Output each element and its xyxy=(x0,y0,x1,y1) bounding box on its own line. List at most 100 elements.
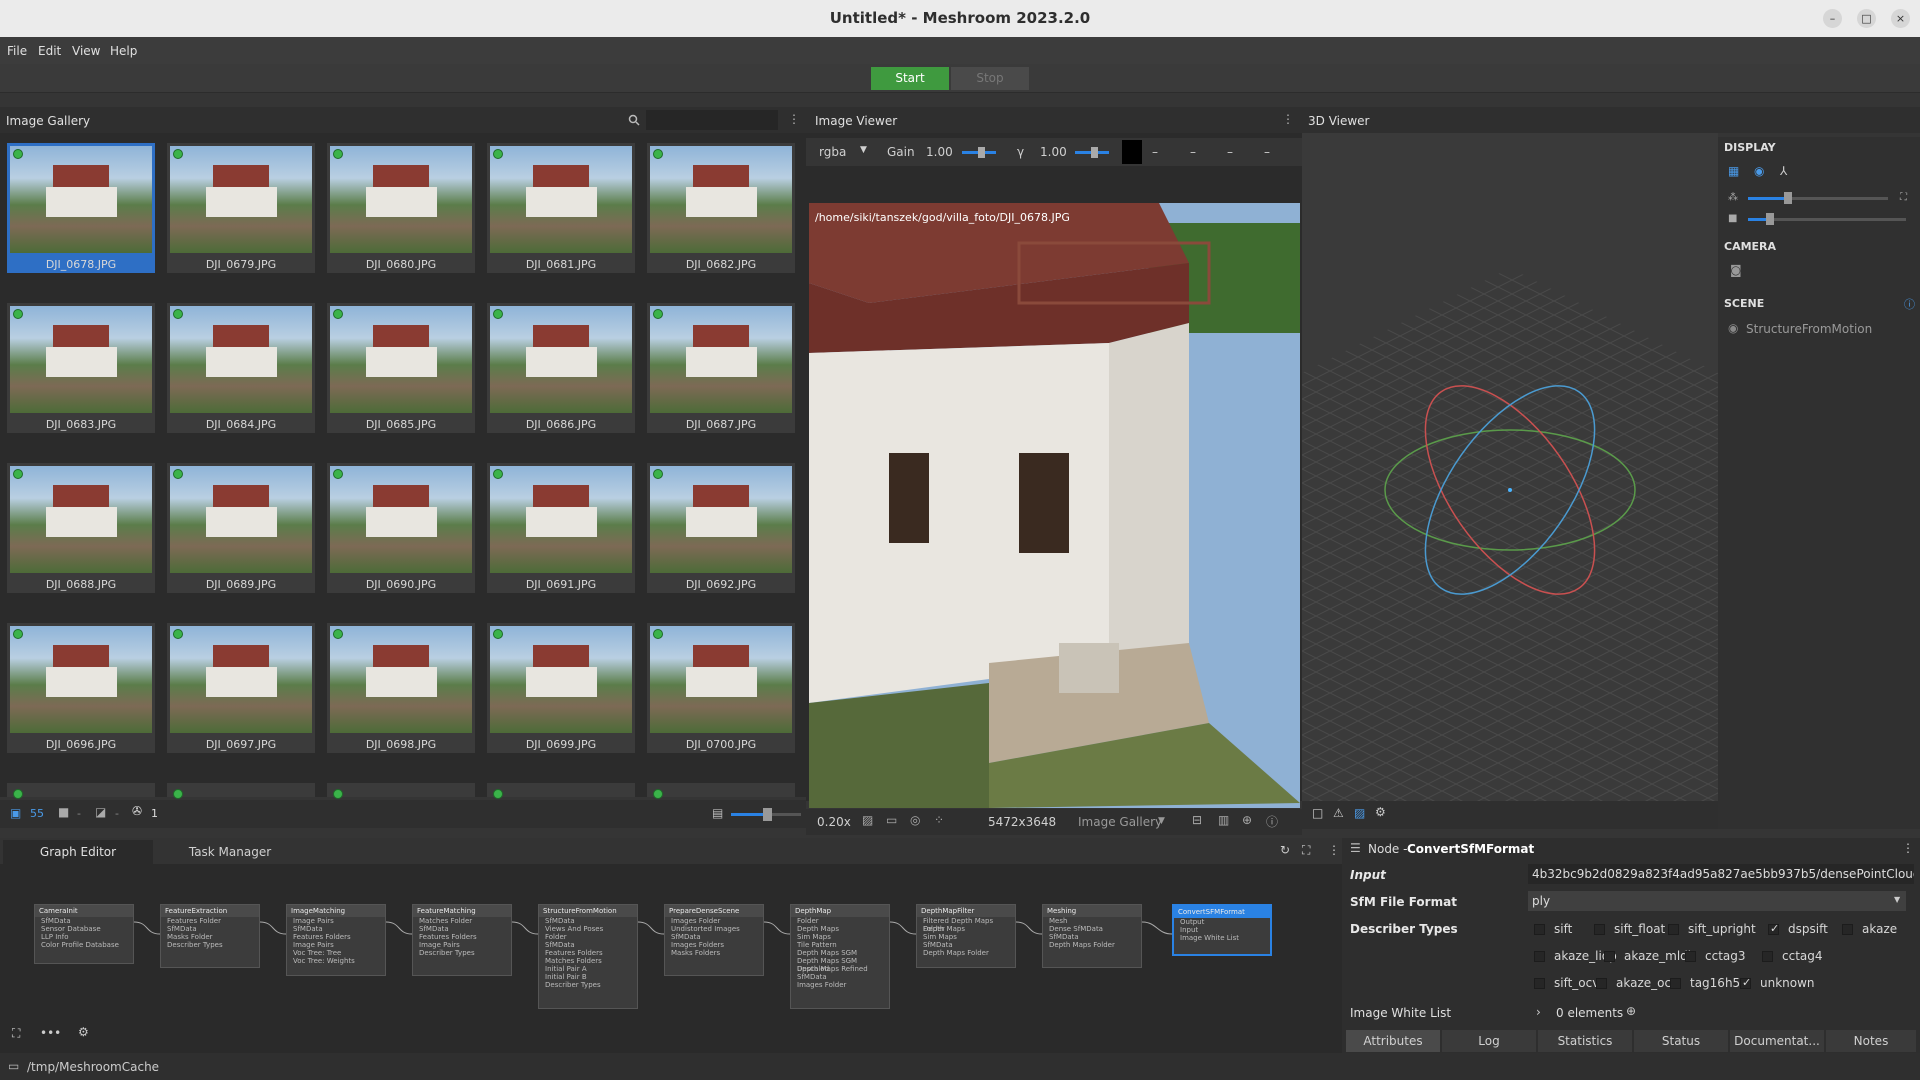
describer-checkbox[interactable] xyxy=(1762,951,1773,962)
node-port[interactable]: Features Folders xyxy=(287,933,385,941)
node-port[interactable]: Input xyxy=(1174,926,1270,934)
node-port[interactable]: Masks Folder xyxy=(161,933,259,941)
tab-documentation[interactable]: Documentat... xyxy=(1730,1030,1824,1052)
gallery-thumbnail-partial[interactable] xyxy=(647,783,795,799)
describer-checkbox[interactable] xyxy=(1842,924,1853,935)
gallery-thumbnail[interactable]: DJI_0679.JPG xyxy=(167,143,315,273)
point-size-handle[interactable] xyxy=(1784,192,1792,204)
gallery-thumbnail[interactable]: DJI_0699.JPG xyxy=(487,623,635,753)
node-port[interactable]: Describer Types xyxy=(413,949,511,957)
gallery-thumbnail[interactable]: DJI_0687.JPG xyxy=(647,303,795,433)
node-port[interactable]: Folder xyxy=(791,917,889,925)
maximize-icon[interactable]: □ xyxy=(1857,9,1876,28)
node-port[interactable]: SfMData xyxy=(413,925,511,933)
gallery-thumbnail[interactable]: DJI_0681.JPG xyxy=(487,143,635,273)
stop-button[interactable]: Stop xyxy=(951,67,1029,90)
describer-checkbox[interactable] xyxy=(1534,978,1545,989)
node-port[interactable]: SfMData xyxy=(665,933,763,941)
describer-checkbox[interactable] xyxy=(1534,951,1545,962)
node-port[interactable]: Masks Folders xyxy=(665,949,763,957)
gallery-thumbnail[interactable]: DJI_0683.JPG xyxy=(7,303,155,433)
gallery-thumbnail[interactable]: DJI_0678.JPG xyxy=(7,143,155,273)
gallery-thumbnail[interactable]: DJI_0691.JPG xyxy=(487,463,635,593)
viewer-menu-icon[interactable]: ⋮ xyxy=(1282,112,1294,126)
channel-select[interactable]: rgba xyxy=(819,145,846,159)
gain-handle[interactable] xyxy=(978,147,985,158)
start-button[interactable]: Start xyxy=(871,67,949,90)
graph-node[interactable]: FeatureMatching Matches Folder SfMData Feat… xyxy=(412,904,512,976)
grid-icon[interactable]: ▦ xyxy=(1728,164,1739,178)
graph-node[interactable]: StructureFromMotion SfMData Views And Pose… xyxy=(538,904,638,1009)
node-port[interactable]: Images Folder xyxy=(791,981,889,989)
gallery-menu-icon[interactable]: ⋮ xyxy=(788,112,800,126)
close-icon[interactable]: × xyxy=(1891,9,1910,28)
format-chevron-icon[interactable]: ▼ xyxy=(1894,895,1900,904)
camera-icon[interactable]: ■ xyxy=(58,805,69,819)
node-port[interactable]: Matches Folder xyxy=(413,917,511,925)
hatch-icon[interactable]: ▨ xyxy=(862,813,873,827)
node-port[interactable]: SfMData xyxy=(539,917,637,925)
describer-checkbox[interactable] xyxy=(1670,978,1681,989)
graph-node[interactable]: PrepareDenseScene Images Folder Undistorte… xyxy=(664,904,764,976)
fit-graph-icon[interactable]: ⛶ xyxy=(12,1026,20,1041)
node-port[interactable]: Dense SfMData xyxy=(1043,925,1141,933)
graph-node[interactable]: FeatureExtraction Features Folder SfMData M… xyxy=(160,904,260,968)
graph-more-icon[interactable]: ••• xyxy=(40,1026,61,1040)
tab-notes[interactable]: Notes xyxy=(1826,1030,1916,1052)
scene-info-icon[interactable]: ⓘ xyxy=(1904,296,1915,312)
graph-node[interactable]: CameraInit SfMData Sensor Database LLP Info… xyxy=(34,904,134,964)
refresh-icon[interactable]: ↻ xyxy=(1280,843,1290,857)
layout-icon[interactable]: ⛶ xyxy=(1302,843,1310,858)
menu-edit[interactable]: Edit xyxy=(38,44,61,58)
gallery-thumbnail-partial[interactable] xyxy=(7,783,155,799)
bbox-icon[interactable]: □ xyxy=(1312,806,1323,820)
intrinsics-icon[interactable]: ✇ xyxy=(132,804,142,818)
node-port[interactable]: SfMData xyxy=(287,925,385,933)
gallery-thumbnail[interactable]: DJI_0697.JPG xyxy=(167,623,315,753)
gallery-thumbnail[interactable]: DJI_0686.JPG xyxy=(487,303,635,433)
node-port[interactable]: Depth Maps Refined xyxy=(791,965,889,973)
format-select[interactable]: ply xyxy=(1528,891,1906,911)
expand-chevron-icon[interactable]: › xyxy=(1536,1005,1541,1019)
warning-icon[interactable]: ⚠ xyxy=(1333,806,1344,820)
node-port[interactable]: SfMData xyxy=(35,917,133,925)
node-port[interactable]: Voc Tree: Tree xyxy=(287,949,385,957)
node-port[interactable]: Features Folders xyxy=(539,949,637,957)
tab-graph-editor[interactable]: Graph Editor xyxy=(3,840,153,864)
settings-icon[interactable]: ⚙ xyxy=(1375,805,1386,819)
node-port[interactable]: Views And Poses xyxy=(539,925,637,933)
node-port[interactable]: Features Folders xyxy=(413,933,511,941)
grid-toggle-icon[interactable]: ▨ xyxy=(1354,806,1365,820)
describer-checkbox[interactable] xyxy=(1534,924,1545,935)
gallery-thumbnail[interactable]: DJI_0680.JPG xyxy=(327,143,475,273)
node-port[interactable]: Image White List xyxy=(1174,934,1270,942)
node-port[interactable]: Describer Types xyxy=(539,981,637,989)
gallery-thumbnail[interactable]: DJI_0684.JPG xyxy=(167,303,315,433)
node-port[interactable]: Images Folder xyxy=(665,917,763,925)
search-icon[interactable] xyxy=(628,114,640,126)
describer-checkbox[interactable] xyxy=(1594,924,1605,935)
node-port[interactable]: Filtered Depth Maps Folder xyxy=(917,917,1015,933)
menu-view[interactable]: View xyxy=(72,44,100,58)
globe-icon[interactable]: ⊕ xyxy=(1242,813,1252,827)
node-port[interactable]: SfMData xyxy=(161,925,259,933)
images-icon[interactable]: ▣ xyxy=(10,806,21,820)
gallery-thumbnail[interactable]: DJI_0696.JPG xyxy=(7,623,155,753)
describer-checkbox[interactable] xyxy=(1685,951,1696,962)
visibility-eye-icon[interactable]: ◉ xyxy=(1728,321,1738,335)
node-port[interactable]: Initial Pair A xyxy=(539,965,637,973)
gamma-handle[interactable] xyxy=(1091,147,1098,158)
node-port[interactable]: Output xyxy=(1174,918,1270,926)
node-port[interactable]: Image Pairs xyxy=(287,941,385,949)
axis-icon[interactable]: ⅄ xyxy=(1780,164,1787,178)
describer-checkbox[interactable]: ✓ xyxy=(1768,922,1779,935)
describer-checkbox[interactable] xyxy=(1668,924,1679,935)
gallery-thumbnail[interactable]: DJI_0700.JPG xyxy=(647,623,795,753)
node-port[interactable]: Voc Tree: Weights xyxy=(287,957,385,965)
gallery-thumbnail[interactable]: DJI_0698.JPG xyxy=(327,623,475,753)
tab-log[interactable]: Log xyxy=(1442,1030,1536,1052)
add-element-icon[interactable]: ⊕ xyxy=(1626,1004,1636,1018)
graph-node[interactable]: ImageMatching Image Pairs SfMData Features … xyxy=(286,904,386,976)
gallery-thumbnail[interactable]: DJI_0685.JPG xyxy=(327,303,475,433)
info-icon[interactable]: ⓘ xyxy=(1266,813,1278,830)
